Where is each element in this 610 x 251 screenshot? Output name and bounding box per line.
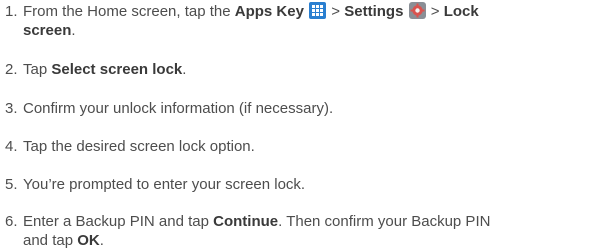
step-text: Confirm your unlock information (if nece… bbox=[23, 100, 334, 117]
select-screen-lock-label: Select screen lock bbox=[51, 61, 183, 78]
step-text: Tap Select screen lock. bbox=[23, 61, 187, 78]
step-text: Enter a Backup PIN and tap Continue. The… bbox=[23, 213, 491, 230]
lock-label: Lock bbox=[443, 3, 479, 20]
step-text-continued: and tap OK. bbox=[23, 232, 104, 249]
settings-label: Settings bbox=[344, 3, 404, 20]
apps-grid-icon bbox=[309, 2, 327, 19]
step-number: 2. bbox=[5, 61, 18, 78]
step-number: 6. bbox=[5, 213, 18, 230]
step-number: 3. bbox=[5, 100, 18, 117]
settings-gear-icon bbox=[408, 2, 426, 19]
step-number: 5. bbox=[5, 176, 18, 193]
continue-label: Continue bbox=[213, 213, 279, 230]
instruction-list: 1. From the Home screen, tap the Apps Ke… bbox=[0, 0, 610, 249]
step-text-continued: screen. bbox=[23, 22, 76, 39]
step-text: Tap the desired screen lock option. bbox=[23, 138, 255, 155]
step-number: 4. bbox=[5, 138, 18, 155]
apps-key-label: Apps Key bbox=[234, 3, 304, 20]
step-number: 1. bbox=[5, 3, 18, 20]
ok-label: OK bbox=[77, 232, 100, 249]
step-text: From the Home screen, tap the Apps Key >… bbox=[23, 2, 479, 20]
step-text: You’re prompted to enter your screen loc… bbox=[23, 176, 306, 193]
